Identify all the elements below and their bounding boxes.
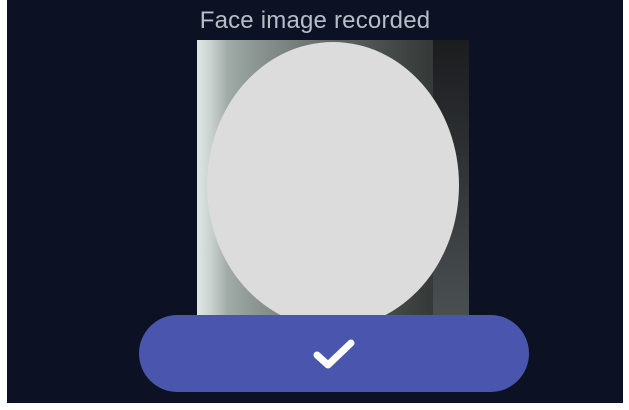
check-icon <box>313 339 355 368</box>
confirm-button[interactable] <box>139 315 529 392</box>
page-title: Face image recorded <box>199 7 431 34</box>
face-capture-screen: Face image recorded <box>7 0 623 403</box>
face-privacy-mask <box>207 42 459 328</box>
